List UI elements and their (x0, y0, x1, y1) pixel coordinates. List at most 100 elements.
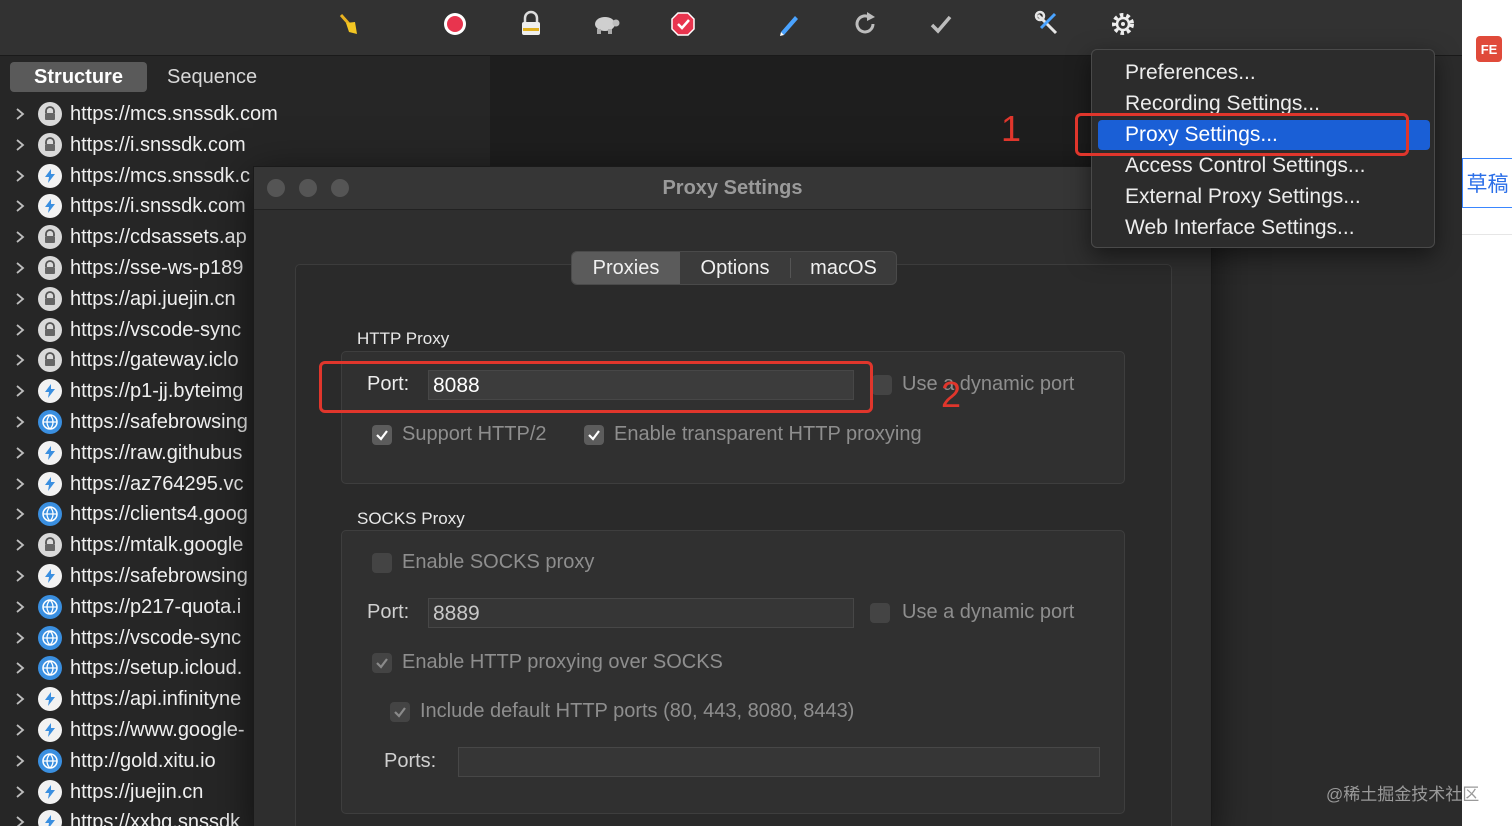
divider (1462, 234, 1512, 235)
dialog-titlebar: Proxy Settings (254, 167, 1211, 210)
chevron-right-icon[interactable] (14, 384, 26, 398)
globe-icon (38, 748, 62, 773)
chevron-right-icon[interactable] (14, 754, 26, 768)
chevron-right-icon[interactable] (14, 169, 26, 183)
tools-icon[interactable] (1031, 9, 1063, 39)
menu-item-external-proxy-settings[interactable]: External Proxy Settings... (1098, 182, 1430, 212)
chevron-right-icon[interactable] (14, 353, 26, 367)
default-ports-checkbox[interactable] (390, 702, 410, 722)
socks-proxy-heading: SOCKS Proxy (357, 509, 465, 528)
annotation-step-2: 2 (941, 374, 962, 415)
enable-socks-checkbox[interactable] (372, 553, 392, 573)
dialog-title: Proxy Settings (662, 177, 803, 199)
ssl-lock-icon (38, 225, 62, 250)
watermark: @稀土掘金技术社区 (1326, 785, 1480, 804)
repeat-icon[interactable] (849, 9, 881, 39)
host-label: https://mcs.snssdk.com (70, 103, 278, 125)
chevron-right-icon[interactable] (14, 569, 26, 583)
bolt-icon (38, 563, 62, 588)
bolt-icon (38, 717, 62, 742)
chevron-right-icon[interactable] (14, 199, 26, 213)
menu-item-preferences[interactable]: Preferences... (1098, 58, 1430, 88)
chevron-right-icon[interactable] (14, 477, 26, 491)
tab-sequence[interactable]: Sequence (147, 62, 277, 92)
chevron-right-icon[interactable] (14, 692, 26, 706)
chevron-right-icon[interactable] (14, 538, 26, 552)
socks-dynamic-port-checkbox[interactable] (870, 603, 890, 623)
transparent-proxy-checkbox[interactable] (584, 425, 604, 445)
host-label: https://setup.icloud. (70, 657, 243, 680)
menu-item-web-interface-settings[interactable]: Web Interface Settings... (1098, 213, 1430, 243)
chevron-right-icon[interactable] (14, 446, 26, 460)
sidebar-tabs: Structure Sequence (10, 62, 277, 92)
record-icon[interactable] (439, 9, 471, 39)
throttle-turtle-icon[interactable] (590, 9, 622, 39)
chevron-right-icon[interactable] (14, 815, 26, 826)
draft-tab[interactable]: 草稿 (1462, 158, 1512, 208)
checkmark-icon (588, 430, 600, 441)
chevron-right-icon[interactable] (14, 323, 26, 337)
bolt-icon (38, 687, 62, 712)
host-label: https://api.infinityne (70, 688, 242, 711)
globe-icon (38, 625, 62, 650)
fe-extension-icon[interactable]: FE (1476, 36, 1502, 62)
ssl-lock-icon (38, 348, 62, 373)
http-over-socks-checkbox[interactable] (372, 653, 392, 673)
globe-icon (38, 502, 62, 527)
tab-structure[interactable]: Structure (10, 62, 147, 92)
socks-port-label: Port: (367, 601, 410, 623)
checkmark-icon (394, 707, 406, 718)
chevron-right-icon[interactable] (14, 785, 26, 799)
host-row[interactable]: https://mcs.snssdk.com (0, 99, 490, 130)
compose-pen-icon[interactable] (773, 9, 805, 39)
validate-check-icon[interactable] (925, 9, 957, 39)
bolt-icon (38, 194, 62, 219)
chevron-right-icon[interactable] (14, 415, 26, 429)
breakpoint-icon[interactable] (667, 9, 699, 39)
chevron-right-icon[interactable] (14, 600, 26, 614)
chevron-right-icon[interactable] (14, 631, 26, 645)
settings-gear-icon[interactable] (1107, 9, 1139, 39)
host-label: https://raw.githubus (70, 441, 243, 464)
chevron-right-icon[interactable] (14, 292, 26, 306)
chevron-right-icon[interactable] (14, 507, 26, 521)
checkmark-icon (376, 658, 388, 669)
bolt-icon (38, 810, 62, 826)
bolt-icon (38, 379, 62, 404)
host-label: https://xxbg.snssdk (70, 811, 241, 826)
host-label: https://www.google- (70, 718, 245, 741)
chevron-right-icon[interactable] (14, 661, 26, 675)
chevron-right-icon[interactable] (14, 261, 26, 275)
globe-icon (38, 594, 62, 619)
ssl-lock-icon[interactable] (515, 9, 547, 39)
host-label: https://safebrowsing (70, 564, 248, 587)
host-label: https://i.snssdk.com (70, 195, 246, 218)
host-label: https://api.juejin.cn (70, 287, 236, 310)
host-label: https://mtalk.google (70, 534, 244, 557)
host-row[interactable]: https://i.snssdk.com (0, 130, 490, 161)
tab-options[interactable]: Options (680, 252, 790, 284)
annotation-box-proxy-settings (1075, 113, 1409, 156)
ssl-lock-icon (38, 533, 62, 558)
ssl-lock-icon (38, 132, 62, 157)
checkmark-icon (376, 430, 388, 441)
globe-icon (38, 656, 62, 681)
app-window: Structure Sequence https://mcs.snssdk.co… (0, 0, 1512, 826)
chevron-right-icon[interactable] (14, 138, 26, 152)
http-dynamic-port-checkbox[interactable] (872, 375, 892, 395)
support-http2-checkbox[interactable] (372, 425, 392, 445)
toolbar (0, 0, 1462, 56)
socks-port-field[interactable]: 8889 (428, 598, 854, 628)
ssl-lock-icon (38, 255, 62, 280)
chevron-right-icon[interactable] (14, 230, 26, 244)
tab-proxies[interactable]: Proxies (572, 252, 680, 284)
broom-icon[interactable] (333, 9, 365, 39)
host-label: https://safebrowsing (70, 410, 248, 433)
chevron-right-icon[interactable] (14, 107, 26, 121)
host-label: https://cdsassets.ap (70, 226, 247, 249)
bolt-icon (38, 779, 62, 804)
socks-ports-field[interactable] (458, 747, 1100, 777)
tab-macos[interactable]: macOS (791, 252, 896, 284)
chevron-right-icon[interactable] (14, 723, 26, 737)
http-dynamic-port-label: Use a dynamic port (902, 373, 1075, 395)
